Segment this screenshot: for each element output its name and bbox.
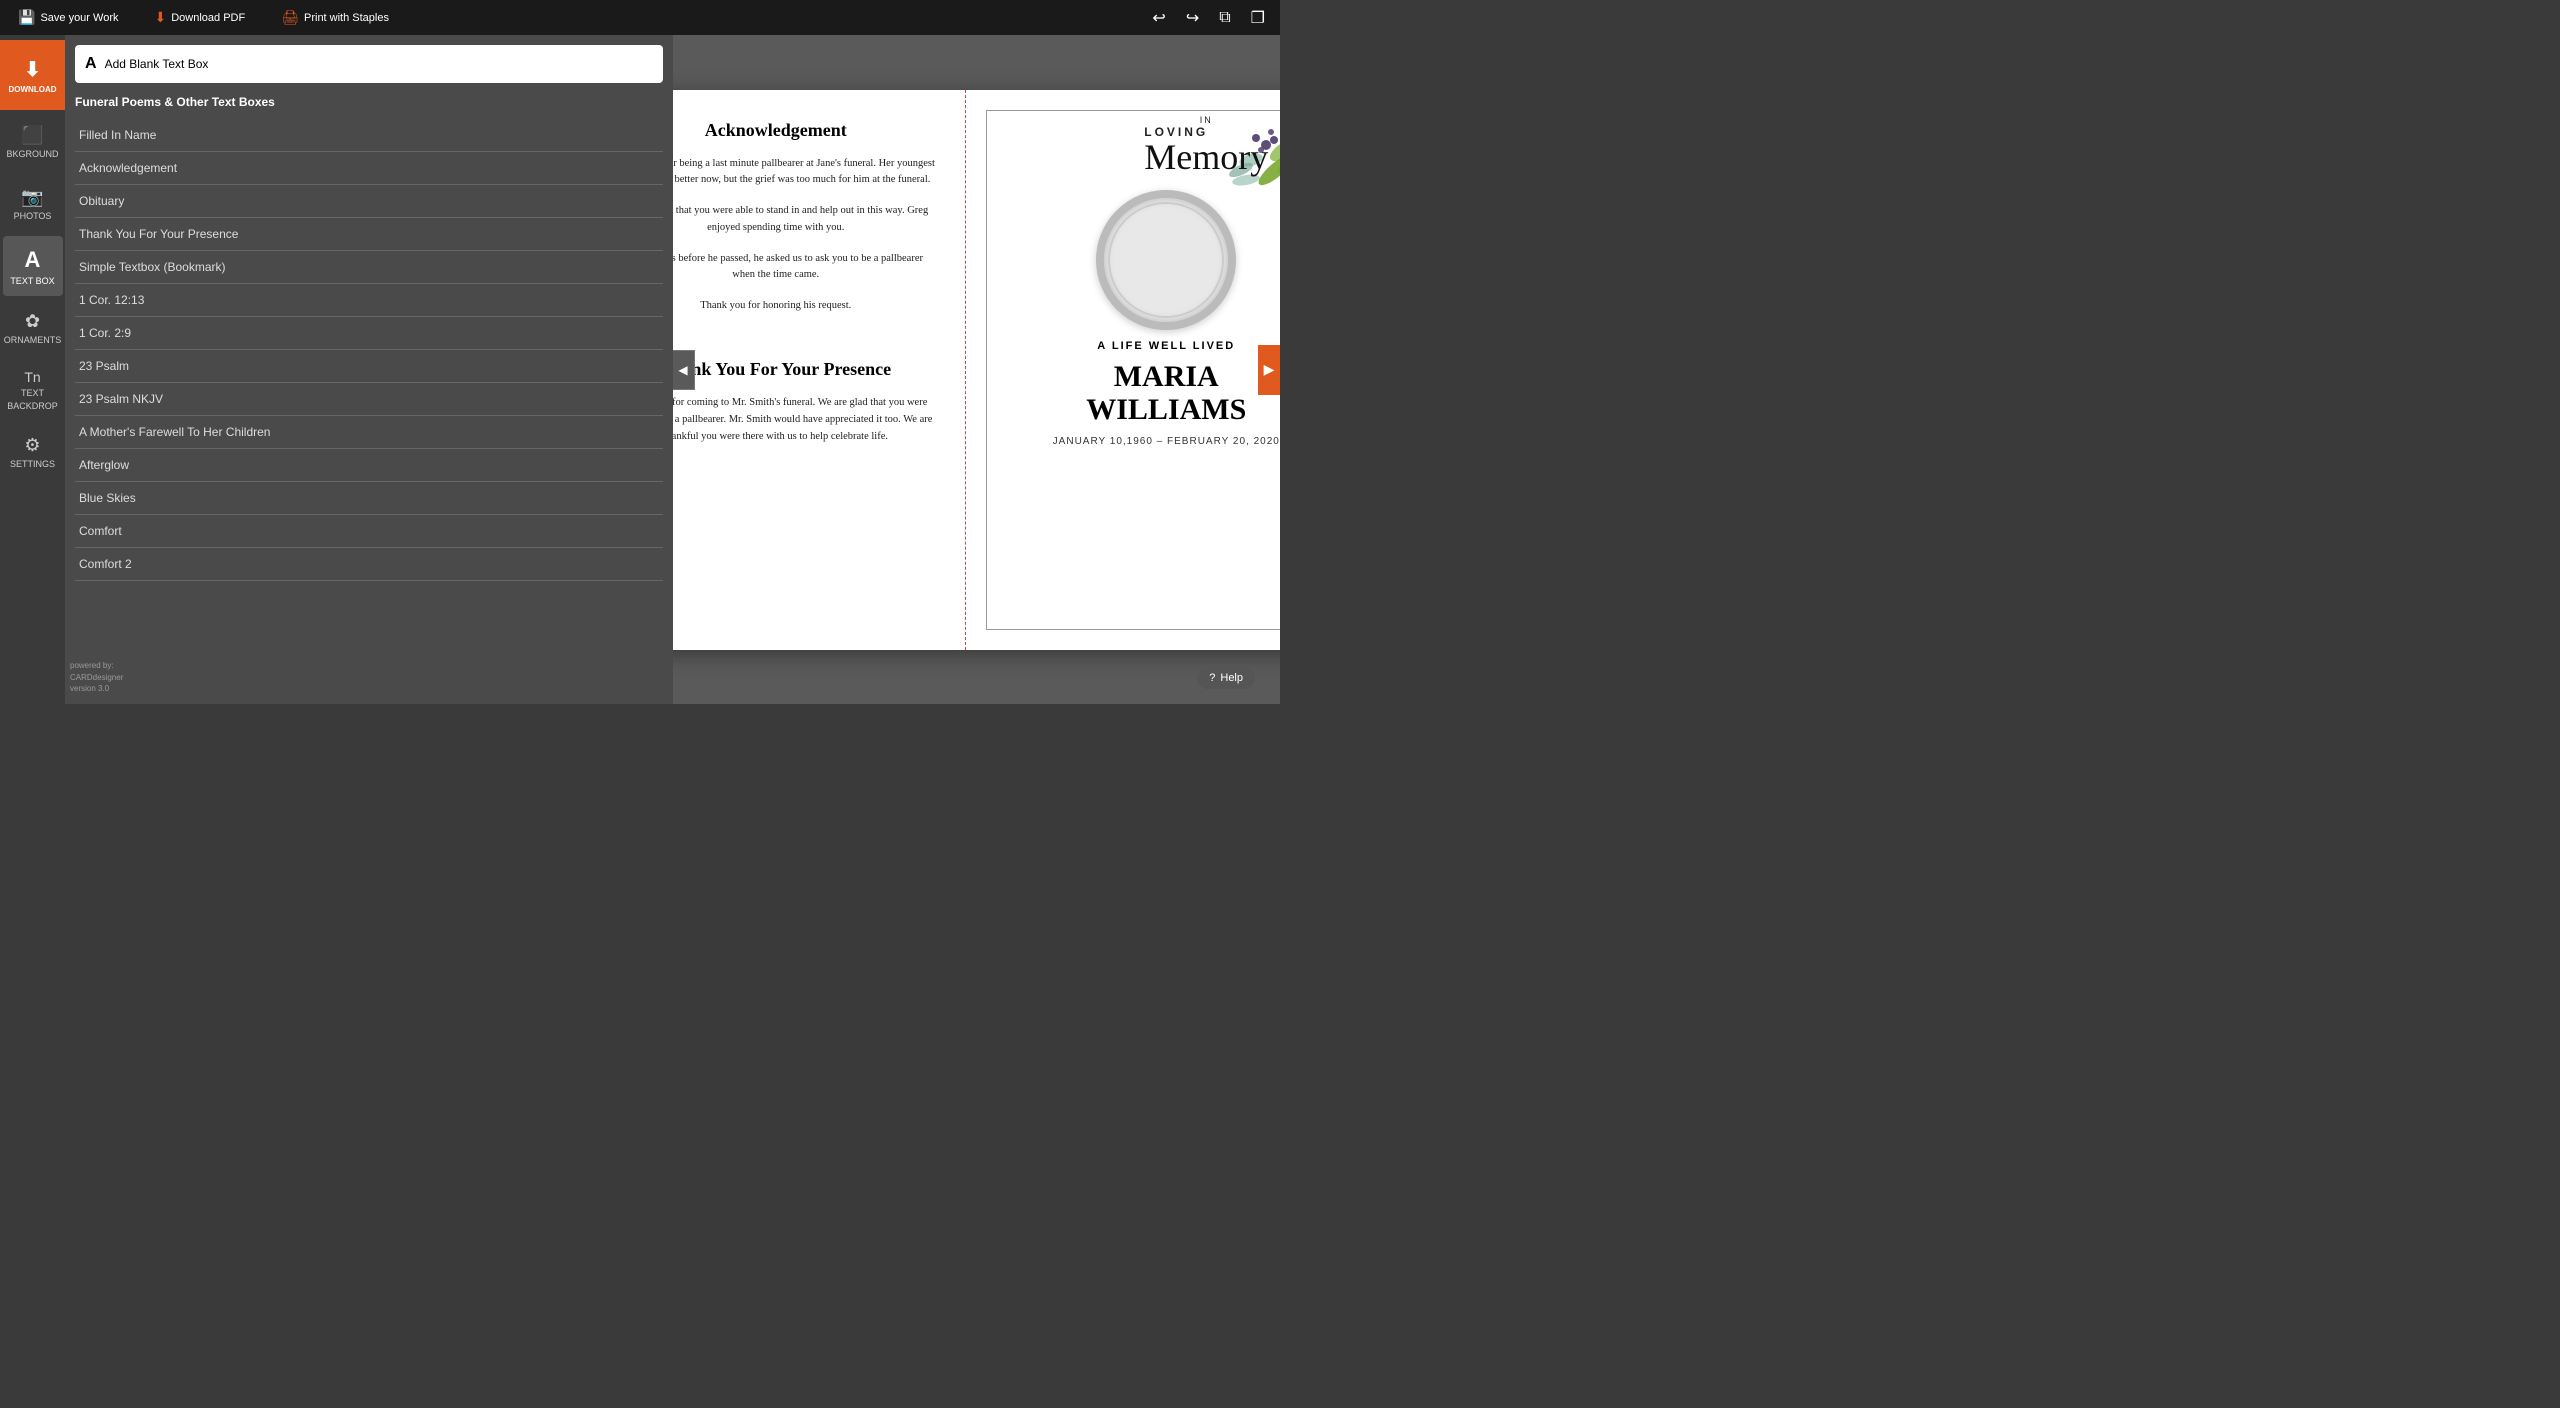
collapse-panel-button[interactable]: ◀ (673, 350, 695, 390)
thank-you-title: Thank You For Your Presence (673, 359, 936, 380)
right-arrow-icon: ▶ (1264, 361, 1275, 378)
funeral-card: Acknowledgement Thank you for being a la… (673, 90, 1281, 650)
person-name: MARIA WILLIAMS (1086, 360, 1246, 426)
poem-list-item[interactable]: A Mother's Farewell To Her Children (75, 416, 663, 449)
sidebar-panel: A Add Blank Text Box Funeral Poems & Oth… (65, 35, 673, 704)
poem-list: Filled In NameAcknowledgementObituaryTha… (75, 119, 663, 581)
photo-oval-frame (1096, 190, 1236, 330)
sidebar-item-settings[interactable]: ⚙ SETTINGS (3, 422, 63, 482)
poem-list-item[interactable]: Comfort (75, 515, 663, 548)
poem-list-item[interactable]: Filled In Name (75, 119, 663, 152)
print-icon: 🖨 (281, 9, 299, 26)
help-icon: ? (1209, 672, 1215, 684)
copy-button[interactable]: ⧉ (1214, 7, 1235, 29)
thank-you-text1: Thank you for coming to Mr. Smith's fune… (673, 395, 936, 445)
acknowledgement-text2: We are glad that you were able to stand … (673, 203, 936, 237)
poem-list-item[interactable]: Obituary (75, 185, 663, 218)
canvas-area: ◀ Acknowledgement Thank you for being a … (673, 35, 1281, 704)
poem-list-item[interactable]: Afterglow (75, 449, 663, 482)
in-loving-top-text: IN (1144, 115, 1268, 125)
panel-section-title: Funeral Poems & Other Text Boxes (75, 95, 663, 109)
card-right-page: IN LOVING Memory A LIFE WELL LIVED MARIA… (966, 90, 1280, 650)
download-icon-label: DOWNLOAD (9, 85, 57, 94)
poem-list-item[interactable]: 23 Psalm NKJV (75, 383, 663, 416)
text-backdrop-label2: BACKDROP (7, 401, 58, 411)
textbox-icon: A (25, 247, 41, 273)
text-backdrop-label: TEXT (21, 388, 44, 398)
poem-list-item[interactable]: 1 Cor. 2:9 (75, 317, 663, 350)
add-textbox-label: Add Blank Text Box (105, 57, 209, 71)
help-button[interactable]: ? Help (1197, 667, 1255, 689)
ornaments-icon: ✿ (25, 311, 40, 332)
acknowledgement-text1: Thank you for being a last minute pallbe… (673, 156, 936, 190)
person-dates: JANUARY 10,1960 – FEBRUARY 20, 2020 (1053, 436, 1280, 447)
layers-button[interactable]: ❐ (1246, 6, 1270, 30)
sidebar-item-photos[interactable]: 📷 PHOTOS (3, 174, 63, 234)
sidebar-item-textbox[interactable]: A TEXT BOX (3, 236, 63, 296)
powered-by: powered by:CARDdesignerversion 3.0 (70, 660, 123, 694)
print-button[interactable]: 🖨 Print with Staples (273, 5, 397, 30)
poem-list-item[interactable]: Blue Skies (75, 482, 663, 515)
card-left-page: Acknowledgement Thank you for being a la… (673, 90, 967, 650)
acknowledgement-text3: A few days before he passed, he asked us… (673, 251, 936, 285)
background-label: BKGROUND (6, 149, 58, 159)
life-well-lived-text: A LIFE WELL LIVED (1097, 340, 1235, 352)
redo-button[interactable]: ↪ (1181, 6, 1204, 30)
settings-label: SETTINGS (10, 459, 55, 469)
download-icon-button[interactable]: ⬇ DOWNLOAD (0, 40, 65, 110)
pdf-icon: ⬇ (155, 9, 167, 26)
add-textbox-button[interactable]: A Add Blank Text Box (75, 45, 663, 83)
acknowledgement-title: Acknowledgement (673, 120, 936, 141)
sidebar-item-background[interactable]: ⬛ BKGROUND (3, 112, 63, 172)
in-loving-memory-text: IN LOVING Memory (1144, 115, 1268, 175)
next-page-button[interactable]: ▶ (1258, 345, 1280, 395)
download-arrow-icon: ⬇ (24, 57, 41, 82)
download-pdf-button[interactable]: ⬇ Download PDF (147, 5, 254, 30)
photos-label: PHOTOS (14, 211, 52, 221)
floral-bottom-decoration (1246, 550, 1280, 650)
save-icon: 💾 (18, 9, 35, 26)
poem-list-item[interactable]: 23 Psalm (75, 350, 663, 383)
right-page-content: IN LOVING Memory A LIFE WELL LIVED MARIA… (966, 90, 1280, 650)
ornaments-label: ORNAMENTS (4, 335, 62, 345)
save-button[interactable]: 💾 Save your Work (10, 5, 127, 30)
panel-content: A Add Blank Text Box Funeral Poems & Oth… (65, 35, 673, 591)
sidebar-item-ornaments[interactable]: ✿ ORNAMENTS (3, 298, 63, 358)
background-icon: ⬛ (21, 125, 43, 146)
topbar-right-controls: ↩ ↪ ⧉ ❐ (1147, 6, 1270, 30)
poem-list-item[interactable]: Acknowledgement (75, 152, 663, 185)
poem-list-item[interactable]: Comfort 2 (75, 548, 663, 581)
add-textbox-icon: A (85, 55, 97, 73)
main-area: ⬇ DOWNLOAD ⬛ BKGROUND 📷 PHOTOS A TEXT BO… (0, 35, 1280, 704)
sidebar-icons: ⬇ DOWNLOAD ⬛ BKGROUND 📷 PHOTOS A TEXT BO… (0, 35, 65, 704)
acknowledgement-text4: Thank you for honoring his request. (673, 298, 936, 315)
sidebar-item-text-backdrop[interactable]: Tn TEXT BACKDROP (3, 360, 63, 420)
text-backdrop-icon: Tn (24, 369, 40, 385)
poem-list-item[interactable]: Thank You For Your Presence (75, 218, 663, 251)
help-label: Help (1220, 672, 1243, 684)
poem-list-item[interactable]: Simple Textbox (Bookmark) (75, 251, 663, 284)
settings-icon: ⚙ (24, 435, 40, 456)
in-loving-script-text: Memory (1144, 139, 1268, 175)
undo-button[interactable]: ↩ (1147, 6, 1170, 30)
top-bar: 💾 Save your Work ⬇ Download PDF 🖨 Print … (0, 0, 1280, 35)
textbox-label: TEXT BOX (10, 276, 54, 286)
photos-icon: 📷 (21, 187, 43, 208)
poem-list-item[interactable]: 1 Cor. 12:13 (75, 284, 663, 317)
